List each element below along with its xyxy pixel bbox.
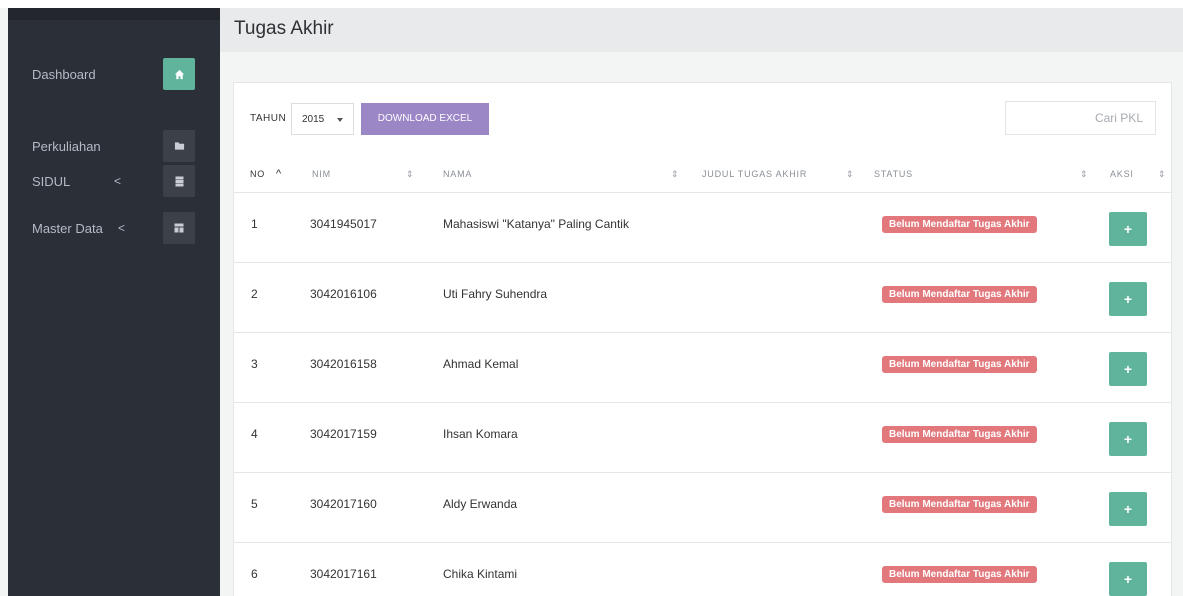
cell-nim: 3041945017 — [310, 217, 377, 231]
cell-no: 6 — [251, 567, 258, 581]
sidebar-item-perkuliahan[interactable]: Perkuliahan — [8, 126, 220, 166]
sidebar-item-dashboard[interactable]: Dashboard — [8, 54, 220, 94]
status-badge: Belum Mendaftar Tugas Akhir — [882, 496, 1037, 513]
chevron-left-icon: < — [118, 221, 126, 235]
table-row: 6 3042017161 Chika Kintami Belum Mendaft… — [234, 543, 1171, 596]
sidebar-header — [8, 8, 220, 20]
status-badge: Belum Mendaftar Tugas Akhir — [882, 286, 1037, 303]
cell-nim: 3042017161 — [310, 567, 377, 581]
cell-nama: Mahasiswi "Katanya" Paling Cantik — [443, 217, 629, 231]
column-header-nim[interactable]: NIM — [312, 155, 331, 193]
search-input[interactable] — [1005, 101, 1156, 135]
cell-nim: 3042017160 — [310, 497, 377, 511]
add-button[interactable]: + — [1109, 492, 1147, 526]
layout-icon — [163, 212, 195, 244]
cell-no: 4 — [251, 427, 258, 441]
cell-no: 3 — [251, 357, 258, 371]
status-badge: Belum Mendaftar Tugas Akhir — [882, 566, 1037, 583]
table-row: 4 3042017159 Ihsan Komara Belum Mendafta… — [234, 403, 1171, 473]
status-badge: Belum Mendaftar Tugas Akhir — [882, 356, 1037, 373]
cell-nama: Ahmad Kemal — [443, 357, 519, 371]
table-body: 1 3041945017 Mahasiswi "Katanya" Paling … — [234, 193, 1171, 596]
download-excel-button[interactable]: DOWNLOAD EXCEL — [361, 103, 489, 135]
sidebar-item-master-data[interactable]: Master Data < — [8, 208, 220, 248]
sidebar-item-label: SIDUL — [32, 173, 71, 189]
caret-down-icon — [337, 118, 343, 122]
add-button[interactable]: + — [1109, 282, 1147, 316]
add-button[interactable]: + — [1109, 562, 1147, 596]
status-badge: Belum Mendaftar Tugas Akhir — [882, 216, 1037, 233]
tahun-label: TAHUN — [250, 113, 287, 124]
add-button[interactable]: + — [1109, 352, 1147, 386]
page-header: Tugas Akhir — [220, 8, 1183, 52]
cell-nim: 3042016106 — [310, 287, 377, 301]
home-icon — [163, 58, 195, 90]
sort-icon[interactable]: ⇕ — [406, 155, 414, 193]
sort-asc-icon[interactable]: ^ — [276, 155, 281, 193]
top-strip — [0, 0, 1183, 8]
cell-nama: Uti Fahry Suhendra — [443, 287, 548, 301]
column-header-judul[interactable]: JUDUL TUGAS AKHIR — [702, 155, 807, 193]
folder-icon — [163, 130, 195, 162]
table-row: 2 3042016106 Uti Fahry Suhendra Belum Me… — [234, 263, 1171, 333]
sort-icon[interactable]: ⇕ — [671, 155, 679, 193]
table-row: 5 3042017160 Aldy Erwanda Belum Mendafta… — [234, 473, 1171, 543]
column-header-status[interactable]: STATUS — [874, 155, 913, 193]
sort-icon[interactable]: ⇕ — [846, 155, 854, 193]
cell-no: 1 — [251, 217, 258, 231]
sidebar-item-label: Perkuliahan — [32, 138, 101, 154]
sidebar-item-sidul[interactable]: SIDUL < — [8, 161, 220, 201]
cell-nim: 3042016158 — [310, 357, 377, 371]
year-select-value: 2015 — [302, 113, 325, 125]
status-badge: Belum Mendaftar Tugas Akhir — [882, 426, 1037, 443]
sort-icon[interactable]: ⇕ — [1080, 155, 1088, 193]
cell-nama: Aldy Erwanda — [443, 497, 518, 511]
page-title: Tugas Akhir — [234, 18, 334, 39]
sort-icon[interactable]: ⇕ — [1158, 155, 1166, 193]
column-header-no[interactable]: NO — [250, 155, 265, 193]
add-button[interactable]: + — [1109, 422, 1147, 456]
column-header-aksi[interactable]: AKSI — [1110, 155, 1134, 193]
cell-no: 5 — [251, 497, 258, 511]
cell-no: 2 — [251, 287, 258, 301]
cell-nim: 3042017159 — [310, 427, 377, 441]
cell-nama: Chika Kintami — [443, 567, 518, 581]
sidebar-item-label: Dashboard — [32, 66, 96, 82]
table-header: NO ^ NIM ⇕ NAMA ⇕ JUDUL TUGAS AKHIR ⇕ ST… — [234, 155, 1171, 193]
chevron-left-icon: < — [114, 174, 122, 188]
table-row: 1 3041945017 Mahasiswi "Katanya" Paling … — [234, 193, 1171, 263]
content-card: TAHUN 2015 DOWNLOAD EXCEL NO ^ NIM ⇕ NAM… — [233, 82, 1172, 596]
year-select[interactable]: 2015 — [291, 103, 354, 135]
column-header-nama[interactable]: NAMA — [443, 155, 472, 193]
sidebar-item-label: Master Data — [32, 220, 103, 236]
sidebar: Dashboard Perkuliahan SIDUL < Master Dat… — [8, 8, 220, 596]
table-row: 3 3042016158 Ahmad Kemal Belum Mendaftar… — [234, 333, 1171, 403]
server-icon — [163, 165, 195, 197]
cell-nama: Ihsan Komara — [443, 427, 518, 441]
add-button[interactable]: + — [1109, 212, 1147, 246]
